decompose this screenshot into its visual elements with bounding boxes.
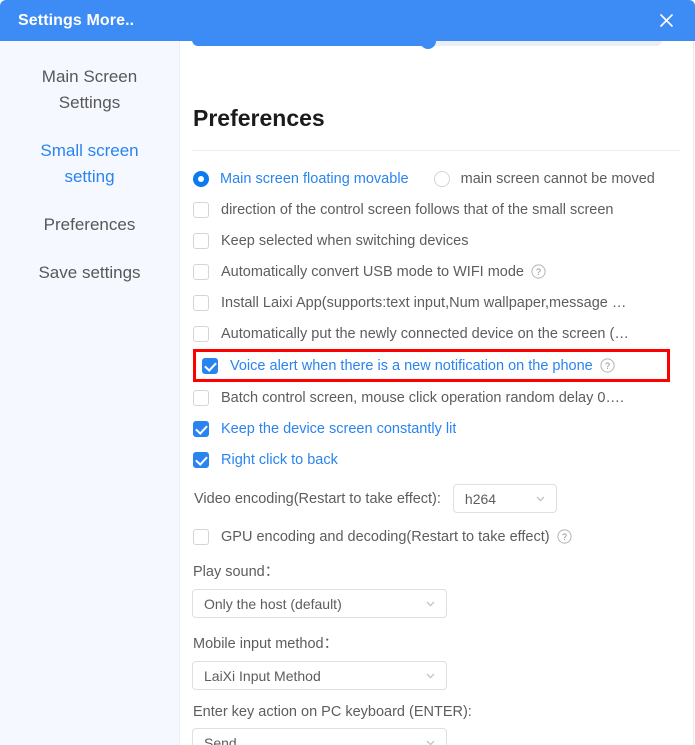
checkbox-icon-voice-alert[interactable] (202, 357, 218, 374)
checkbox-icon-batch-control-delay[interactable] (193, 389, 209, 406)
mobile-input-method-select[interactable]: LaiXi Input Method (192, 661, 447, 690)
checkbox-icon-right-click-to-back[interactable] (193, 451, 209, 468)
window-title: Settings More.. (18, 11, 135, 29)
checkbox-label-install-laixi-app: Install Laixi App(supports:text input,Nu… (221, 294, 627, 311)
checkbox-label-keep-screen-lit: Keep the device screen constantly lit (221, 420, 457, 437)
radio-icon-cannot-be-moved[interactable] (433, 170, 450, 187)
sidebar-item-preferences[interactable]: Preferences (0, 201, 179, 249)
checkbox-icon-keep-screen-lit[interactable] (193, 420, 209, 437)
checkbox-row-usb-to-wifi[interactable]: Automatically convert USB mode to WIFI m… (192, 256, 680, 287)
checkbox-label-right-click-to-back: Right click to back (221, 451, 338, 468)
play-sound-select[interactable]: Only the host (default) (192, 589, 447, 618)
sidebar-item-save-settings[interactable]: Save settings (0, 249, 179, 297)
checkbox-row-gpu-encoding[interactable]: GPU encoding and decoding(Restart to tak… (192, 521, 680, 552)
chevron-down-icon (424, 597, 437, 610)
svg-text:?: ? (605, 361, 610, 371)
slider-fill (192, 41, 435, 46)
sidebar-item-main-screen-settings[interactable]: Main Screen Settings (0, 53, 179, 127)
video-encoding-label: Video encoding(Restart to take effect): (194, 490, 441, 507)
chevron-down-icon (424, 736, 437, 745)
checkbox-row-batch-control-delay[interactable]: Batch control screen, mouse click operat… (192, 382, 680, 413)
checkbox-icon-usb-to-wifi[interactable] (193, 263, 209, 280)
checkbox-label-control-screen-direction: direction of the control screen follows … (221, 201, 614, 218)
checkbox-label-keep-selected: Keep selected when switching devices (221, 232, 469, 249)
slider-handle[interactable] (420, 41, 436, 49)
radio-icon-floating-movable[interactable] (193, 170, 209, 187)
window-titlebar: Settings More.. (0, 0, 695, 41)
checkbox-icon-gpu-encoding[interactable] (193, 528, 209, 545)
checkbox-row-install-laixi-app[interactable]: Install Laixi App(supports:text input,Nu… (192, 287, 680, 318)
chevron-down-icon (424, 669, 437, 682)
radio-option-floating-movable[interactable]: Main screen floating movable (193, 170, 409, 187)
help-icon-gpu-encoding[interactable]: ? (556, 529, 572, 544)
main-screen-movable-radio-group: Main screen floating movable main screen… (192, 163, 680, 194)
checkbox-label-gpu-encoding: GPU encoding and decoding(Restart to tak… (221, 528, 550, 545)
radio-label-cannot-be-moved: main screen cannot be moved (460, 170, 655, 187)
checkbox-label-voice-alert: Voice alert when there is a new notifica… (230, 357, 593, 374)
checkbox-icon-auto-put-new-device[interactable] (193, 325, 209, 342)
checkbox-icon-install-laixi-app[interactable] (193, 294, 209, 311)
video-encoding-row: Video encoding(Restart to take effect): … (192, 484, 680, 513)
close-icon[interactable] (651, 6, 681, 36)
svg-text:?: ? (536, 267, 541, 277)
checkbox-row-control-screen-direction[interactable]: direction of the control screen follows … (192, 194, 680, 225)
radio-label-floating-movable: Main screen floating movable (220, 170, 409, 187)
play-sound-value: Only the host (default) (204, 595, 342, 612)
radio-option-cannot-be-moved[interactable]: main screen cannot be moved (433, 170, 655, 187)
video-encoding-select[interactable]: h264 (452, 484, 557, 513)
sidebar-item-small-screen-setting[interactable]: Small screen setting (0, 127, 179, 201)
mobile-input-method-label: Mobile input method： (193, 636, 339, 652)
checkbox-label-auto-put-new-device: Automatically put the newly connected de… (221, 325, 629, 342)
brightness-slider[interactable] (192, 41, 662, 52)
help-icon-voice-alert[interactable]: ? (600, 358, 615, 373)
video-encoding-value: h264 (464, 490, 497, 507)
checkbox-icon-keep-selected[interactable] (193, 232, 209, 249)
svg-text:?: ? (562, 532, 567, 542)
mobile-input-method-value: LaiXi Input Method (204, 667, 321, 684)
checkbox-row-voice-alert[interactable]: Voice alert when there is a new notifica… (192, 349, 680, 382)
checkbox-row-keep-screen-lit[interactable]: Keep the device screen constantly lit (192, 413, 680, 444)
page-title: Preferences (193, 105, 325, 131)
panel-right-border (693, 41, 694, 745)
settings-dialog: Settings More.. Main Screen Settings Sma… (0, 0, 695, 745)
enter-key-action-value: Send (204, 734, 237, 745)
checkbox-row-auto-put-new-device[interactable]: Automatically put the newly connected de… (192, 318, 680, 349)
checkbox-label-usb-to-wifi: Automatically convert USB mode to WIFI m… (221, 263, 524, 280)
play-sound-label: Play sound： (193, 564, 280, 580)
chevron-down-icon (534, 492, 547, 505)
checkbox-row-right-click-to-back[interactable]: Right click to back (192, 444, 680, 475)
sidebar: Main Screen Settings Small screen settin… (0, 41, 180, 745)
checkbox-row-keep-selected[interactable]: Keep selected when switching devices (192, 225, 680, 256)
enter-key-action-select[interactable]: Send (192, 728, 447, 745)
checkbox-icon-control-screen-direction[interactable] (193, 201, 209, 218)
help-icon-usb-to-wifi[interactable]: ? (531, 264, 546, 279)
checkbox-label-batch-control-delay: Batch control screen, mouse click operat… (221, 389, 624, 406)
preferences-panel: Preferences Main screen floating movable… (180, 41, 694, 745)
enter-key-action-label: Enter key action on PC keyboard (ENTER): (193, 704, 472, 720)
